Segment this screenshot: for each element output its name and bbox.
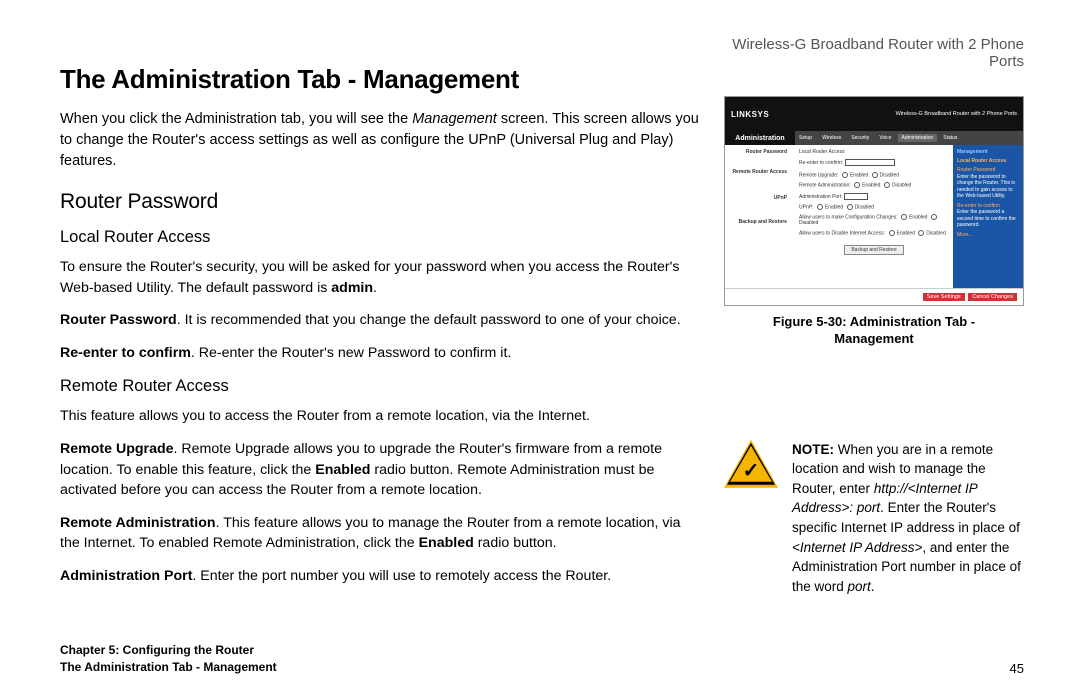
remote-p2-a: Remote Upgrade	[60, 441, 174, 457]
note-ital2: <Internet IP Address>	[792, 540, 922, 555]
shot-left: Remote Router Access	[729, 169, 791, 175]
remote-p4-a: Administration Port	[60, 568, 192, 584]
figcap-b: Management	[834, 331, 913, 346]
footer-page-number: 45	[1010, 661, 1024, 676]
shot-tab: Security	[847, 134, 873, 142]
shot-enabled: Enabled	[862, 183, 880, 189]
shot-tab: Voice	[875, 134, 895, 142]
shot-section: Administration	[725, 135, 795, 142]
shot-tab: Status	[939, 134, 961, 142]
shot-tab: Wireless	[818, 134, 845, 142]
shot-enabled: Enabled	[909, 214, 927, 220]
local-p3: Re-enter to confirm. Re-enter the Router…	[60, 343, 702, 364]
note-end: .	[871, 579, 875, 594]
local-p2-b: . It is recommended that you change the …	[177, 312, 681, 328]
note-box: ✓ NOTE: When you are in a remote locatio…	[724, 440, 1024, 597]
remote-p2-bold: Enabled	[315, 462, 370, 478]
shot-logo: LINKSYS	[731, 110, 769, 119]
intro-italic: Management	[412, 111, 497, 127]
shot-tab: Setup	[795, 134, 816, 142]
footer-left: Chapter 5: Configuring the Router The Ad…	[60, 642, 277, 676]
remote-p4-b: . Enter the port number you will use to …	[192, 568, 611, 584]
remote-p4: Administration Port. Enter the port numb…	[60, 566, 702, 587]
note-text: NOTE: When you are in a remote location …	[792, 440, 1024, 597]
local-p2: Router Password. It is recommended that …	[60, 310, 702, 331]
local-p1: To ensure the Router's security, you wil…	[60, 257, 702, 298]
remote-p3-bold: Enabled	[419, 535, 474, 551]
figure-screenshot: LINKSYS Wireless-G Broadband Router with…	[724, 96, 1024, 306]
shot-enabled: Enabled	[850, 172, 868, 178]
doc-header-right: Wireless-G Broadband Router with 2 Phone…	[724, 36, 1024, 70]
section-router-password: Router Password	[60, 190, 702, 214]
intro-a: When you click the Administration tab, y…	[60, 111, 412, 127]
shot-row: Remote Administration:	[799, 183, 851, 189]
shot-row: Remote Upgrade:	[799, 172, 838, 178]
shot-backup-btn: Backup and Restore	[844, 245, 903, 255]
shot-disabled: Disabled	[855, 204, 874, 210]
subsection-remote-access: Remote Router Access	[60, 377, 702, 396]
remote-p3: Remote Administration. This feature allo…	[60, 513, 702, 554]
shot-save-btn: Save Settings	[923, 293, 965, 301]
footer-chapter: Chapter 5: Configuring the Router	[60, 642, 277, 659]
shot-disabled: Disabled	[892, 183, 911, 189]
shot-more: More...	[957, 232, 1019, 239]
remote-p1: This feature allows you to access the Ro…	[60, 406, 702, 427]
remote-p3-a: Remote Administration	[60, 515, 216, 531]
shot-help-sub: Local Router Access	[957, 158, 1019, 165]
shot-help-text: Enter the password a second time to conf…	[957, 209, 1019, 229]
shot-help-head: Management	[957, 149, 1019, 156]
warning-icon: ✓	[724, 440, 778, 488]
remote-p2: Remote Upgrade. Remote Upgrade allows yo…	[60, 439, 702, 501]
shot-disabled: Disabled	[926, 231, 945, 237]
shot-tab-active: Administration	[898, 134, 938, 142]
footer-section: The Administration Tab - Management	[60, 659, 277, 676]
local-p3-a: Re-enter to confirm	[60, 345, 191, 361]
shot-left: Router Password	[729, 149, 791, 155]
shot-left: Backup and Restore	[729, 219, 791, 225]
shot-row: Local Router Access	[799, 149, 845, 155]
shot-row: Administration Port:	[799, 193, 843, 199]
shot-row: Allow users to Disable Internet Access:	[799, 231, 885, 237]
shot-enabled: Enabled	[825, 204, 843, 210]
figcap-a: Figure 5-30: Administration Tab -	[773, 314, 975, 329]
local-p1-bold: admin	[331, 280, 373, 296]
intro-paragraph: When you click the Administration tab, y…	[60, 109, 702, 172]
local-p2-a: Router Password	[60, 312, 177, 328]
shot-product: Wireless-G Broadband Router with 2 Phone…	[896, 111, 1017, 117]
shot-disabled: Disabled	[799, 220, 818, 226]
shot-left: UPnP	[729, 195, 791, 201]
note-label: NOTE:	[792, 442, 834, 457]
shot-row: Re-enter to confirm:	[799, 160, 843, 166]
page-heading: The Administration Tab - Management	[60, 64, 702, 95]
local-p1-end: .	[373, 280, 377, 296]
shot-cancel-btn: Cancel Changes	[968, 293, 1017, 301]
check-icon: ✓	[743, 458, 760, 483]
shot-disabled: Disabled	[880, 172, 899, 178]
note-ital3: port	[848, 579, 871, 594]
subsection-local-access: Local Router Access	[60, 228, 702, 247]
local-p3-b: . Re-enter the Router's new Password to …	[191, 345, 511, 361]
shot-row: UPnP:	[799, 204, 813, 210]
figure-caption: Figure 5-30: Administration Tab - Manage…	[724, 314, 1024, 348]
remote-p3-c: radio button.	[474, 535, 557, 551]
shot-enabled: Enabled	[897, 231, 915, 237]
shot-help-text: Enter the password to change the Router.…	[957, 174, 1019, 200]
